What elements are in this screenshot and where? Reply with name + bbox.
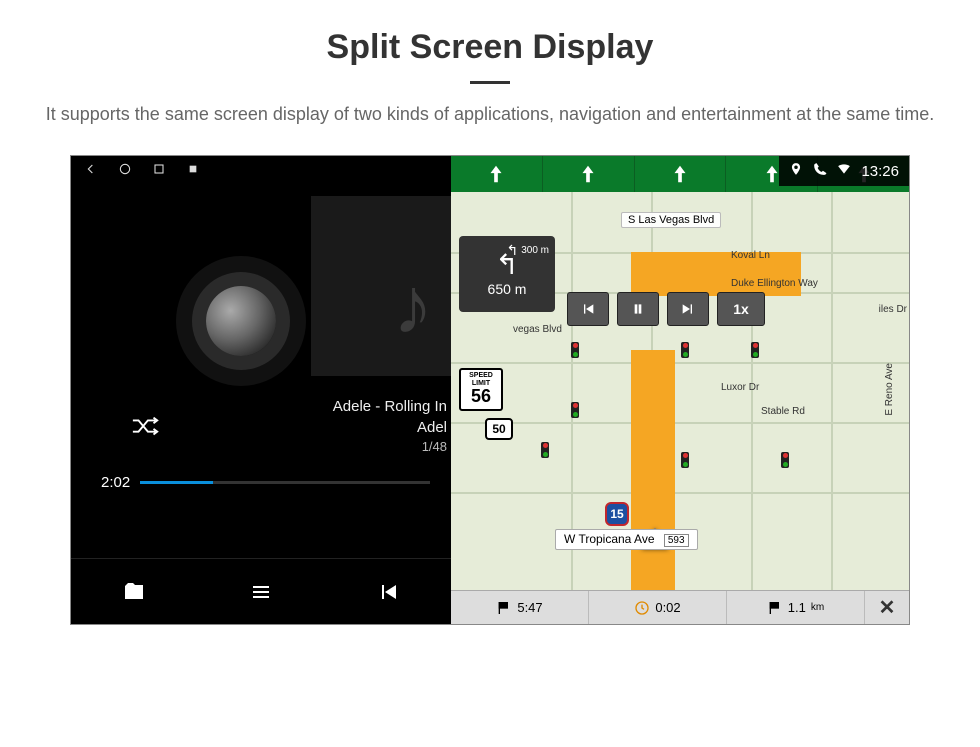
lane-arrow xyxy=(543,156,635,192)
street-label: Luxor Dr xyxy=(721,382,759,393)
music-note-icon: ♪ xyxy=(393,266,433,346)
android-statusbar-left xyxy=(71,156,451,186)
speed-limit-value: 56 xyxy=(461,387,501,406)
playlist-button[interactable] xyxy=(198,559,325,624)
street-label: iles Dr xyxy=(879,304,907,315)
speed-limit-sign: SPEED LIMIT 56 xyxy=(459,368,503,411)
traffic-light-icon xyxy=(541,442,549,458)
map-media-controls: 1x xyxy=(567,292,765,326)
distance-cell[interactable]: 1.1 km xyxy=(727,591,865,624)
interstate-shield: 15 xyxy=(605,502,629,526)
remaining-time-cell[interactable]: 0:02 xyxy=(589,591,727,624)
clock-time: 13:26 xyxy=(861,163,899,180)
current-street-number: 593 xyxy=(664,534,689,547)
nav-bottom-bar: 5:47 0:02 1.1 km ✕ xyxy=(451,590,909,624)
back-icon[interactable] xyxy=(83,161,99,182)
turn-instruction: ↰ 300 m ↰ 650 m xyxy=(459,236,555,312)
player-body: ♪ Adele - Rolling In Adel 1/48 2:02 xyxy=(71,186,451,558)
music-player-panel: ♪ Adele - Rolling In Adel 1/48 2:02 xyxy=(71,156,451,624)
next-turn-distance: 300 m xyxy=(521,245,549,256)
navigation-panel: 13:26 ↰ 300 m ↰ 650 m xyxy=(451,156,909,624)
wifi-icon xyxy=(837,162,851,180)
recent-icon[interactable] xyxy=(151,161,167,182)
player-bottom-bar xyxy=(71,558,451,624)
clock-icon xyxy=(634,600,650,616)
previous-track-button[interactable] xyxy=(324,559,451,624)
speed-limit-label: SPEED LIMIT xyxy=(461,372,501,387)
current-street-name: W Tropicana Ave xyxy=(564,532,655,546)
lane-arrow xyxy=(635,156,727,192)
playback-speed-button[interactable]: 1x xyxy=(717,292,765,326)
traffic-light-icon xyxy=(571,342,579,358)
jog-dial[interactable] xyxy=(206,286,276,356)
eta-cell[interactable]: 5:47 xyxy=(451,591,589,624)
distance-value: 1.1 xyxy=(788,600,806,615)
progress-row: 2:02 xyxy=(101,474,451,491)
street-label: S Las Vegas Blvd xyxy=(621,212,721,228)
flag-icon xyxy=(767,600,783,616)
shuffle-button[interactable] xyxy=(131,414,161,443)
map-canvas[interactable]: ↰ 300 m ↰ 650 m 1x SPEED LIMIT 56 50 15 … xyxy=(451,192,909,590)
prev-button[interactable] xyxy=(567,292,609,326)
route-highlight xyxy=(631,350,675,590)
eta-value: 5:47 xyxy=(517,600,542,615)
close-nav-button[interactable]: ✕ xyxy=(865,591,909,624)
street-label: vegas Blvd xyxy=(513,324,562,335)
phone-icon xyxy=(813,162,827,180)
flag-icon xyxy=(496,600,512,616)
album-art-placeholder: ♪ xyxy=(311,196,451,376)
route-highlight xyxy=(631,252,801,296)
distance-unit: km xyxy=(811,602,824,613)
close-icon: ✕ xyxy=(879,595,896,620)
screenshot-icon[interactable] xyxy=(185,161,201,182)
home-icon[interactable] xyxy=(117,161,133,182)
traffic-light-icon xyxy=(571,402,579,418)
pause-button[interactable] xyxy=(617,292,659,326)
browse-button[interactable] xyxy=(71,559,198,624)
traffic-light-icon xyxy=(681,342,689,358)
turn-distance: 650 m xyxy=(488,281,527,297)
lane-arrow xyxy=(451,156,543,192)
progress-fill xyxy=(140,481,213,484)
device-frame: ♪ Adele - Rolling In Adel 1/48 2:02 xyxy=(70,155,910,625)
track-metadata: Adele - Rolling In Adel 1/48 xyxy=(333,396,451,456)
page-description: It supports the same screen display of t… xyxy=(40,102,940,127)
traffic-light-icon xyxy=(781,452,789,468)
track-title: Adele - Rolling In xyxy=(333,396,447,417)
progress-bar[interactable] xyxy=(140,481,430,484)
street-label: E Reno Ave xyxy=(878,362,901,417)
traffic-light-icon xyxy=(681,452,689,468)
android-statusbar-right: 13:26 xyxy=(779,156,909,186)
title-underline xyxy=(470,81,510,84)
street-label: Duke Ellington Way xyxy=(731,278,818,289)
next-button[interactable] xyxy=(667,292,709,326)
track-artist: Adel xyxy=(333,417,447,438)
page-title: Split Screen Display xyxy=(0,28,980,67)
next-turn-icon: ↰ xyxy=(506,242,518,259)
location-icon xyxy=(789,162,803,180)
traffic-light-icon xyxy=(751,342,759,358)
current-street: W Tropicana Ave 593 xyxy=(555,529,698,550)
street-label: Stable Rd xyxy=(761,406,805,417)
remaining-time-value: 0:02 xyxy=(655,600,680,615)
elapsed-time: 2:02 xyxy=(101,474,130,491)
track-counter: 1/48 xyxy=(333,438,447,456)
route-shield: 50 xyxy=(485,418,513,440)
street-label: Koval Ln xyxy=(731,250,770,261)
